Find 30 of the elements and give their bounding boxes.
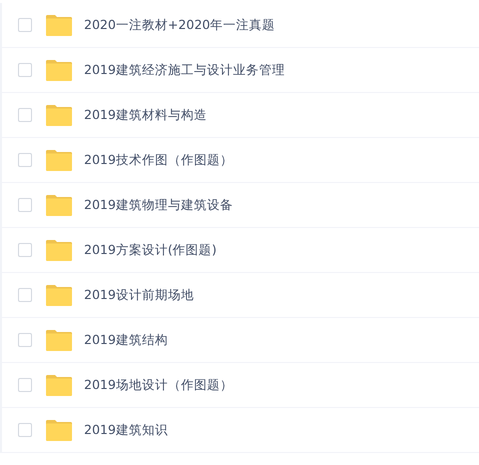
folder-name[interactable]: 2019场地设计（作图题）: [84, 376, 233, 394]
checkbox[interactable]: [18, 153, 32, 167]
folder-icon: [45, 194, 72, 216]
checkbox[interactable]: [18, 243, 32, 257]
checkbox[interactable]: [18, 378, 32, 392]
checkbox[interactable]: [18, 108, 32, 122]
folder-icon: [45, 420, 72, 440]
folder-icon: [45, 104, 72, 126]
checkbox[interactable]: [18, 333, 32, 347]
folder-icon: [45, 284, 72, 306]
checkbox[interactable]: [18, 423, 32, 437]
checkbox[interactable]: [18, 198, 32, 212]
folder-icon: [45, 374, 72, 396]
checkbox[interactable]: [18, 18, 32, 32]
folder-name[interactable]: 2020一注教材+2020年一注真题: [84, 16, 276, 34]
folder-name[interactable]: 2019建筑知识: [84, 422, 168, 438]
folder-name[interactable]: 2019建筑经济施工与设计业务管理: [84, 62, 285, 78]
checkbox[interactable]: [18, 288, 32, 302]
folder-name[interactable]: 2019方案设计(作图题): [84, 242, 217, 258]
folder-icon: [45, 60, 72, 80]
checkbox[interactable]: [18, 63, 32, 77]
folder-icon: [45, 14, 72, 36]
folder-name[interactable]: 2019技术作图（作图题）: [84, 152, 233, 168]
folder-name[interactable]: 2019建筑物理与建筑设备: [84, 196, 233, 214]
folder-name[interactable]: 2019设计前期场地: [84, 286, 194, 304]
folder-icon: [45, 150, 72, 170]
folder-icon: [45, 330, 72, 350]
folder-icon: [45, 240, 72, 260]
folder-name[interactable]: 2019建筑结构: [84, 332, 168, 348]
folder-name[interactable]: 2019建筑材料与构造: [84, 106, 207, 124]
